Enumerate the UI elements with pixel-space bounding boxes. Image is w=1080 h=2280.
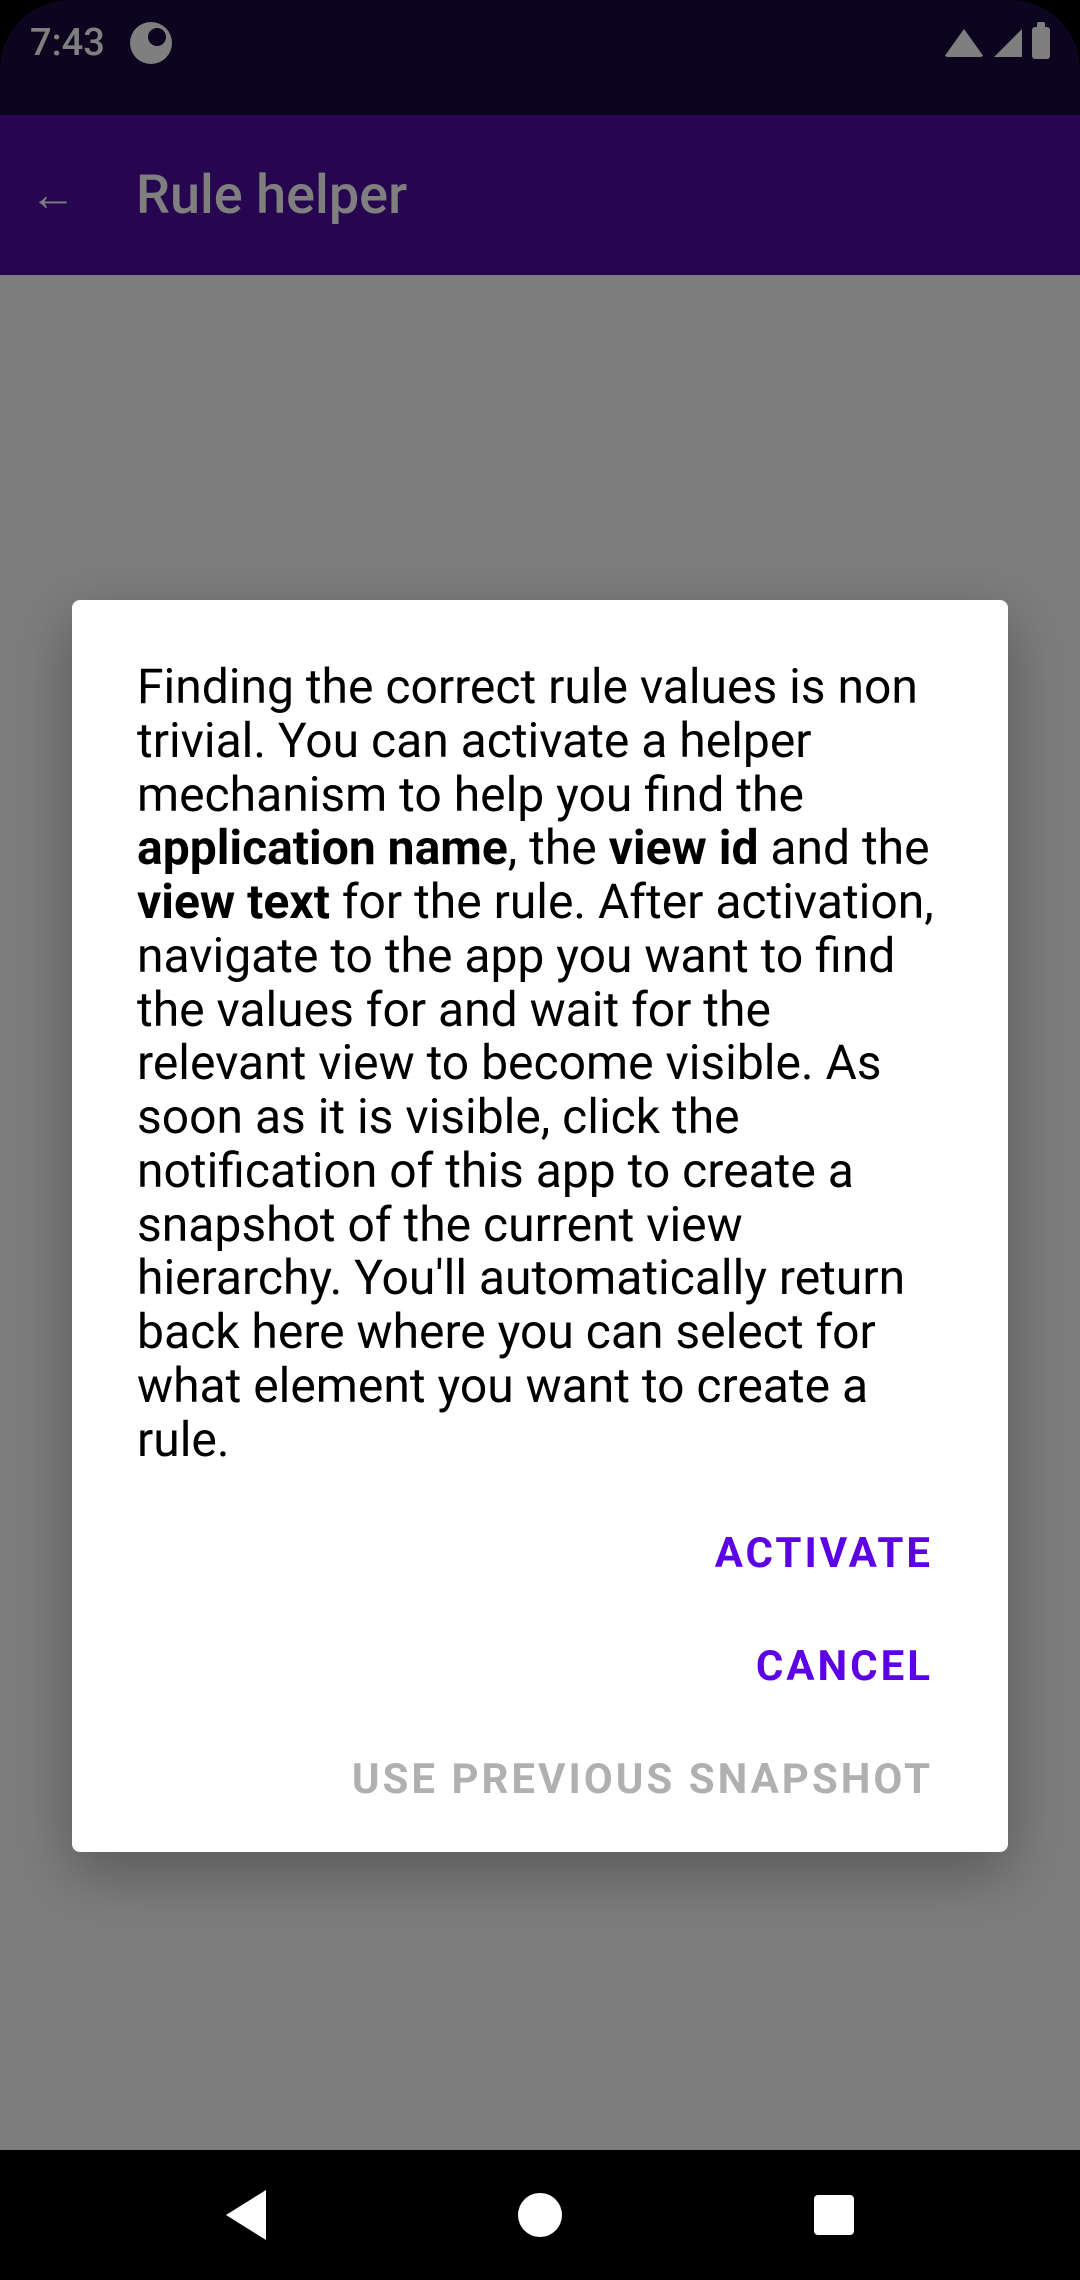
activate-button[interactable]: ACTIVATE	[715, 1521, 933, 1586]
nav-recent-icon[interactable]	[814, 2195, 854, 2235]
navigation-bar	[0, 2150, 1080, 2280]
nav-home-icon[interactable]	[518, 2193, 562, 2237]
dialog-body-text: Finding the correct rule values is non t…	[137, 660, 943, 1466]
cancel-button[interactable]: CANCEL	[756, 1634, 933, 1699]
use-previous-snapshot-button[interactable]: USE PREVIOUS SNAPSHOT	[352, 1747, 933, 1812]
nav-back-icon[interactable]	[226, 2190, 266, 2240]
rule-helper-dialog: Finding the correct rule values is non t…	[72, 600, 1008, 1852]
